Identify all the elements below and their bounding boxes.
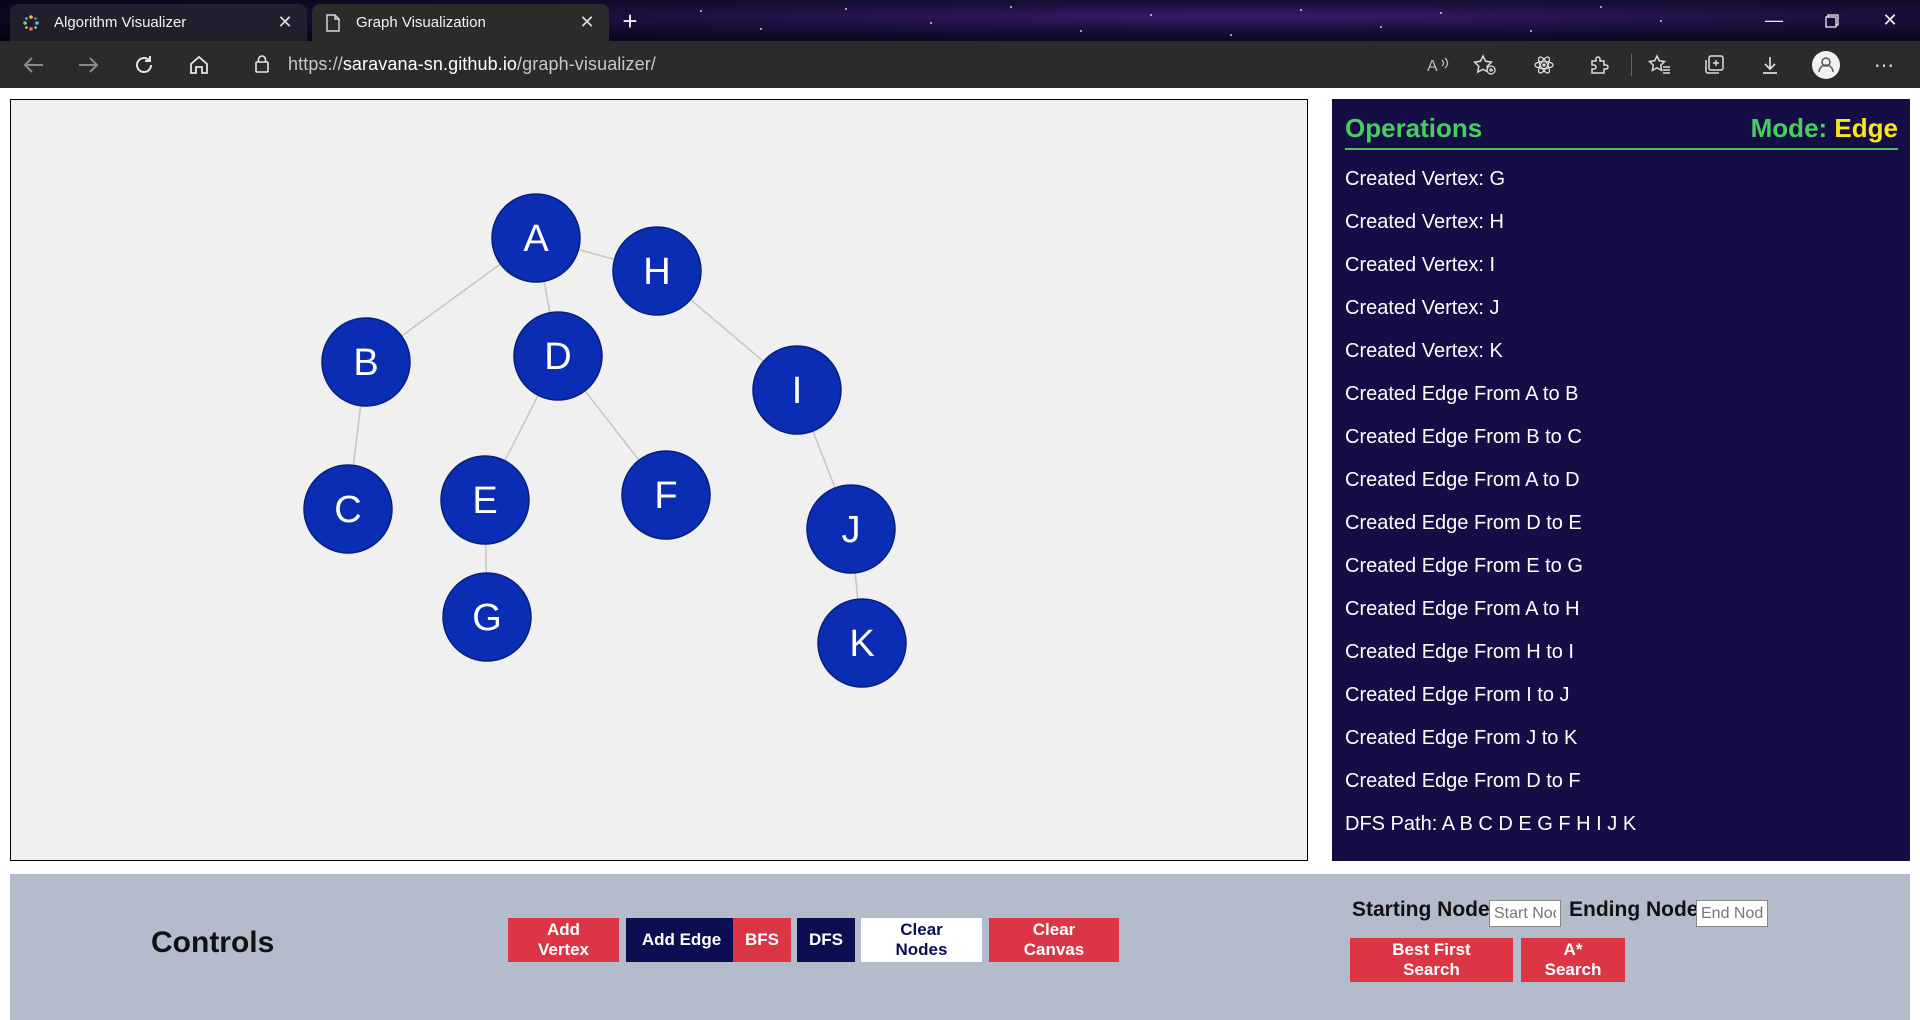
graph-node-label: J — [842, 509, 861, 551]
graph-node-label: I — [792, 370, 803, 412]
graph-node-label: F — [654, 475, 677, 517]
restore-icon[interactable] — [1804, 0, 1860, 41]
controls-title: Controls — [151, 926, 275, 959]
profile-avatar-icon[interactable] — [1810, 49, 1842, 81]
graph-node-H[interactable]: H — [612, 226, 702, 316]
address-bar[interactable]: https://saravana-sn.github.io/graph-visu… — [236, 46, 1376, 82]
graph-node-label: K — [849, 623, 874, 665]
operations-header: Operations Mode: Edge — [1345, 113, 1898, 150]
url-text: https://saravana-sn.github.io/graph-visu… — [288, 53, 656, 74]
graph-node-A[interactable]: A — [491, 193, 581, 283]
minimize-icon[interactable]: — — [1746, 0, 1802, 41]
graph-node-G[interactable]: G — [442, 572, 532, 662]
svg-text:A: A — [1427, 58, 1438, 75]
read-aloud-icon[interactable]: A — [1423, 49, 1455, 81]
page-favicon-icon — [324, 13, 342, 32]
graph-node-F[interactable]: F — [621, 450, 711, 540]
refresh-icon[interactable] — [128, 49, 160, 81]
bfs-button[interactable]: BFS — [733, 918, 791, 962]
operation-log-entry: DFS Path: A B C D E G F H I J K — [1345, 813, 1637, 835]
operation-log-entry: Created Edge From I to J — [1345, 684, 1570, 706]
mode-value: Edge — [1834, 113, 1898, 143]
end-node-input[interactable] — [1696, 900, 1768, 927]
controls-panel: Controls Add Vertex Add Edge BFS DFS Cle… — [10, 874, 1910, 1020]
clear-nodes-button[interactable]: Clear Nodes — [861, 918, 982, 962]
start-node-input[interactable] — [1489, 900, 1561, 927]
graph-node-K[interactable]: K — [817, 598, 907, 688]
operation-log-entry: Created Edge From D to E — [1345, 512, 1582, 534]
graph-node-D[interactable]: D — [513, 311, 603, 401]
browser-toolbar: https://saravana-sn.github.io/graph-visu… — [0, 41, 1920, 88]
operation-log-entry: Created Vertex: I — [1345, 254, 1496, 276]
lock-icon[interactable] — [254, 54, 270, 74]
operation-log-entry: Created Vertex: H — [1345, 211, 1504, 233]
graph-node-label: C — [334, 489, 361, 531]
graph-node-label: A — [523, 218, 549, 260]
clear-canvas-button[interactable]: Clear Canvas — [989, 918, 1119, 962]
more-options-icon[interactable]: ⋯ — [1868, 49, 1900, 81]
mode-indicator: Mode: Edge — [1750, 113, 1898, 143]
operation-log-entry: Created Edge From J to K — [1345, 727, 1578, 749]
graph-svg[interactable]: A H B D I C E F J G K — [11, 100, 1307, 860]
operation-log-entry: Created Vertex: G — [1345, 168, 1506, 190]
home-icon[interactable] — [183, 49, 215, 81]
graph-canvas[interactable]: A H B D I C E F J G K — [10, 99, 1308, 861]
favorites-icon[interactable] — [1644, 49, 1676, 81]
toolbar-divider — [1631, 54, 1632, 76]
graph-node-C[interactable]: C — [303, 464, 393, 554]
graph-node-label: H — [643, 251, 670, 293]
add-favorite-icon[interactable] — [1469, 49, 1501, 81]
tab-title: Graph Visualization — [356, 14, 486, 31]
add-vertex-button[interactable]: Add Vertex — [508, 918, 619, 962]
operations-title: Operations — [1345, 113, 1483, 143]
graph-node-E[interactable]: E — [440, 455, 530, 545]
forward-icon[interactable] — [72, 49, 104, 81]
browser-tab-strip: Algorithm Visualizer ✕ Graph Visualizati… — [0, 0, 1920, 41]
operation-log-entry: Created Edge From D to F — [1345, 770, 1581, 792]
operations-panel: Operations Mode: Edge Created Vertex: GC… — [1332, 99, 1910, 861]
new-tab-icon[interactable]: + — [614, 6, 646, 38]
page-content: A H B D I C E F J G K Operations Mode: Edge Create… — [0, 88, 1920, 1020]
best-first-search-button[interactable]: Best First Search — [1350, 938, 1513, 982]
close-tab-icon[interactable]: ✕ — [275, 12, 295, 33]
operation-log-entry: Created Edge From E to G — [1345, 555, 1583, 577]
add-edge-button[interactable]: Add Edge — [626, 918, 737, 962]
graph-node-label: G — [472, 597, 502, 639]
graph-node-label: D — [544, 336, 571, 378]
close-window-icon[interactable]: ✕ — [1862, 0, 1918, 41]
graph-node-label: E — [472, 480, 497, 522]
tab-graph-visualization[interactable]: Graph Visualization ✕ — [312, 4, 609, 41]
collections-icon[interactable] — [1699, 49, 1731, 81]
operation-log-entry: Created Edge From B to C — [1345, 426, 1582, 448]
operation-log-entry: Created Vertex: J — [1345, 297, 1500, 319]
operation-log-entry: Created Vertex: K — [1345, 340, 1503, 362]
operation-log-entry: Created Edge From A to H — [1345, 598, 1580, 620]
tab-title: Algorithm Visualizer — [54, 14, 187, 31]
operation-log-entry: Created Edge From A to B — [1345, 383, 1579, 405]
operation-log-entry: Created Edge From H to I — [1345, 641, 1574, 663]
dots-favicon-icon — [22, 14, 40, 32]
ending-node-label: Ending Node — [1569, 898, 1699, 921]
dfs-button[interactable]: DFS — [797, 918, 855, 962]
close-tab-icon[interactable]: ✕ — [577, 12, 597, 33]
operations-log: Created Vertex: G Created Vertex: H Create… — [1345, 158, 1898, 846]
extensions-icon[interactable] — [1583, 49, 1615, 81]
graph-node-I[interactable]: I — [752, 345, 842, 435]
operation-log-entry: Created Edge From A to D — [1345, 469, 1580, 491]
back-icon[interactable] — [18, 49, 50, 81]
react-extension-icon[interactable] — [1528, 49, 1560, 81]
graph-node-label: B — [353, 342, 378, 384]
downloads-icon[interactable] — [1754, 49, 1786, 81]
starting-node-label: Starting Node — [1352, 898, 1490, 921]
astar-search-button[interactable]: A* Search — [1521, 938, 1625, 982]
tab-algorithm-visualizer[interactable]: Algorithm Visualizer ✕ — [10, 4, 307, 41]
graph-node-J[interactable]: J — [806, 484, 896, 574]
graph-node-B[interactable]: B — [321, 317, 411, 407]
